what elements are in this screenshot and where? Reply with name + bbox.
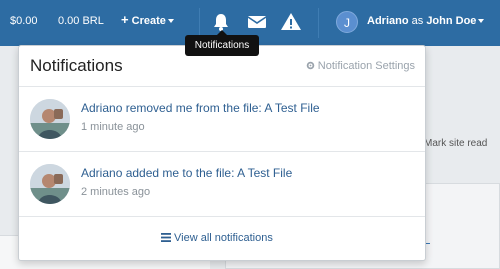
create-label: Create <box>131 15 166 27</box>
notification-item[interactable]: Adriano added me to the file: A Test Fil… <box>19 153 425 217</box>
notification-text[interactable]: Adriano removed me from the file: A Test… <box>81 101 320 115</box>
plus-icon: + <box>121 12 129 27</box>
view-all-label: View all notifications <box>174 232 273 244</box>
balance-usd[interactable]: $0.00 <box>10 15 38 27</box>
avatar <box>30 164 70 204</box>
notification-time: 2 minutes ago <box>81 186 151 198</box>
mark-site-read-link[interactable]: Mark site read <box>424 138 487 149</box>
view-all-notifications-link[interactable]: View all notifications <box>161 232 273 244</box>
gear-icon <box>306 61 315 70</box>
warning-icon[interactable] <box>280 11 302 33</box>
nav-divider <box>199 8 200 38</box>
notification-settings-label: Notification Settings <box>317 60 415 72</box>
notifications-dropdown: Notifications Notification Settings Adri… <box>18 45 426 261</box>
create-menu-button[interactable]: + Create <box>121 12 174 27</box>
impersonated-user-name: John Doe <box>426 15 477 27</box>
balance-brl[interactable]: 0.00 BRL <box>58 15 104 27</box>
notification-text[interactable]: Adriano added me to the file: A Test Fil… <box>81 166 292 180</box>
list-icon <box>161 233 171 242</box>
notifications-title: Notifications <box>30 56 123 75</box>
caret-down-icon <box>478 19 485 24</box>
dropdown-footer: View all notifications <box>19 218 425 260</box>
notification-time: 1 minute ago <box>81 121 145 133</box>
nav-divider <box>318 8 319 38</box>
notification-item[interactable]: Adriano removed me from the file: A Test… <box>19 88 425 152</box>
caret-down-icon <box>167 19 174 24</box>
envelope-icon[interactable] <box>246 11 268 33</box>
notifications-tooltip: Notifications <box>185 30 259 56</box>
user-name: Adriano <box>367 15 409 27</box>
user-menu-button[interactable]: Adriano as John Doe <box>367 15 485 27</box>
user-avatar[interactable]: J <box>336 11 358 33</box>
notification-settings-link[interactable]: Notification Settings <box>306 60 415 72</box>
user-as: as <box>411 15 424 27</box>
avatar <box>30 99 70 139</box>
